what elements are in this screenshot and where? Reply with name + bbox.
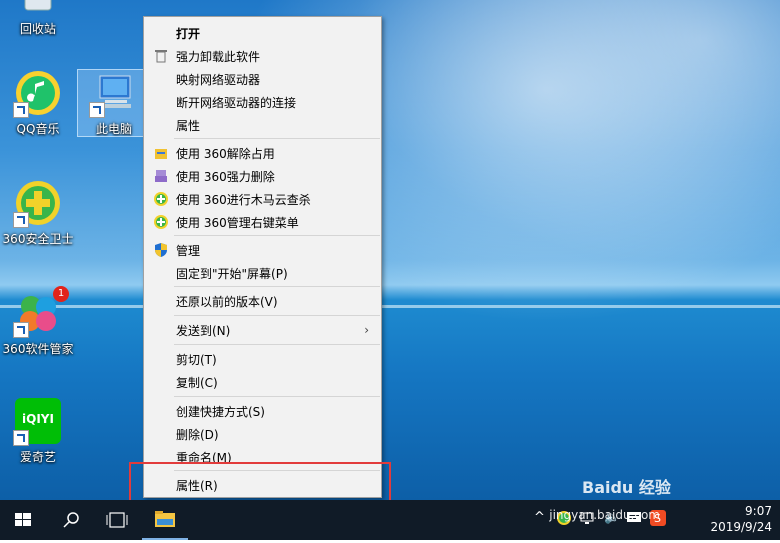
computer-icon xyxy=(89,70,137,118)
menu-separator xyxy=(174,286,380,287)
unlock-file-icon xyxy=(154,146,168,160)
shredder-icon xyxy=(154,169,168,183)
desktop-icon-label: 爱奇艺 xyxy=(19,450,56,464)
desktop-icon-360-safe[interactable]: 360安全卫士 xyxy=(2,180,74,247)
menu-item-send-to[interactable]: 发送到(N) › xyxy=(146,319,379,341)
menu-item-open[interactable]: 打开 xyxy=(146,22,379,44)
menu-item-pin-to-start[interactable]: 固定到"开始"屏幕(P) xyxy=(146,262,379,284)
menu-item-disconnect-network-drive[interactable]: 断开网络驱动器的连接 xyxy=(146,91,379,113)
menu-item-map-network-drive[interactable]: 映射网络驱动器 xyxy=(146,68,379,90)
menu-item-360-unlock[interactable]: 使用 360解除占用 xyxy=(146,142,379,164)
menu-item-label: 强力卸载此软件 xyxy=(176,50,261,64)
desktop-icon-recycle-bin[interactable]: 回收站 xyxy=(2,0,74,37)
horizon-line xyxy=(0,305,780,308)
menu-item-label: 打开 xyxy=(176,27,201,41)
chevron-right-icon: › xyxy=(364,323,369,337)
menu-item-label: 删除(D) xyxy=(176,428,219,442)
start-button[interactable] xyxy=(0,500,46,540)
menu-item-label: 固定到"开始"屏幕(P) xyxy=(176,267,288,281)
iqiyi-logo-text: iQIYI xyxy=(22,412,54,426)
menu-separator xyxy=(174,138,380,139)
desktop-icon-label: 360软件管家 xyxy=(2,342,74,356)
menu-item-label: 属性 xyxy=(176,119,201,133)
folder-icon xyxy=(142,511,188,543)
watermark-url: jingyan.baidu.com xyxy=(549,508,660,522)
baidu-jingyan-logo: Baidu 经验 xyxy=(582,478,671,497)
menu-item-360-manage-context-menu[interactable]: 使用 360管理右键菜单 xyxy=(146,211,379,233)
menu-item-manage[interactable]: 管理 xyxy=(146,239,379,261)
desktop-icon-label: 此电脑 xyxy=(95,122,132,136)
360-software-manager-icon: 1 xyxy=(13,286,69,338)
menu-item-360-trojan-scan[interactable]: 使用 360进行木马云查杀 xyxy=(146,188,379,210)
clock-date: 2019/9/24 xyxy=(710,520,772,534)
shortcut-arrow-icon xyxy=(13,430,29,446)
360-safe-icon xyxy=(13,180,61,228)
desktop-icon-label: 回收站 xyxy=(19,22,56,36)
file-explorer-button[interactable] xyxy=(142,500,188,540)
menu-separator xyxy=(174,315,380,316)
clock-time: 9:07 xyxy=(745,504,772,518)
menu-item-create-shortcut[interactable]: 创建快捷方式(S) xyxy=(146,400,379,422)
menu-item-label: 使用 360解除占用 xyxy=(176,147,275,161)
menu-item-label: 创建快捷方式(S) xyxy=(176,405,265,419)
desktop-icon-label: 360安全卫士 xyxy=(2,232,74,246)
menu-separator xyxy=(174,396,380,397)
menu-item-properties-top[interactable]: 属性 xyxy=(146,114,379,136)
search-icon xyxy=(48,512,94,543)
shortcut-arrow-icon xyxy=(13,212,29,228)
desktop-icon-this-pc[interactable]: 此电脑 xyxy=(77,69,151,137)
menu-item-label: 管理 xyxy=(176,244,201,258)
uac-shield-icon xyxy=(154,243,168,257)
shortcut-arrow-icon xyxy=(13,322,29,338)
menu-separator xyxy=(174,344,380,345)
menu-separator xyxy=(174,235,380,236)
recycle-bin-icon xyxy=(15,0,61,16)
360-shield-icon xyxy=(154,192,168,206)
context-menu: 打开 强力卸载此软件 映射网络驱动器 断开网络驱动器的连接 属性 使用 360解… xyxy=(143,16,382,498)
menu-item-cut[interactable]: 剪切(T) xyxy=(146,348,379,370)
menu-item-label: 使用 360管理右键菜单 xyxy=(176,216,299,230)
menu-item-delete[interactable]: 删除(D) xyxy=(146,423,379,445)
menu-item-label: 使用 360强力删除 xyxy=(176,170,275,184)
iqiyi-icon: iQIYI xyxy=(13,398,61,446)
menu-item-360-force-delete[interactable]: 使用 360强力删除 xyxy=(146,165,379,187)
desktop-icon-label: QQ音乐 xyxy=(16,122,60,136)
desktop-icon-qq-music[interactable]: QQ音乐 xyxy=(2,70,74,137)
menu-item-label: 剪切(T) xyxy=(176,353,217,367)
task-view-icon xyxy=(94,512,140,543)
menu-item-force-uninstall[interactable]: 强力卸载此软件 xyxy=(146,45,379,67)
360-shield-icon xyxy=(154,215,168,229)
notification-badge: 1 xyxy=(53,286,69,302)
clock[interactable]: 9:07 2019/9/24 xyxy=(710,503,772,535)
trash-icon xyxy=(154,49,168,63)
menu-item-label: 使用 360进行木马云查杀 xyxy=(176,193,311,207)
menu-item-restore-previous-versions[interactable]: 还原以前的版本(V) xyxy=(146,290,379,312)
qq-music-icon xyxy=(13,70,61,118)
menu-item-copy[interactable]: 复制(C) xyxy=(146,371,379,393)
shortcut-arrow-icon xyxy=(89,102,105,118)
desktop-icon-iqiyi[interactable]: iQIYI 爱奇艺 xyxy=(2,398,74,465)
windows-icon xyxy=(0,513,46,543)
menu-item-label: 断开网络驱动器的连接 xyxy=(176,96,297,110)
menu-item-label: 还原以前的版本(V) xyxy=(176,295,278,309)
menu-item-label: 复制(C) xyxy=(176,376,218,390)
desktop-icon-360-software-manager[interactable]: 1 360软件管家 xyxy=(2,286,74,357)
search-button[interactable] xyxy=(48,500,94,540)
shortcut-arrow-icon xyxy=(13,102,29,118)
chevron-up-icon[interactable]: ^ xyxy=(534,510,545,525)
menu-item-label: 发送到(N) xyxy=(176,324,231,338)
taskbar: ^ 🔈 S 9:07 2019/9/24 xyxy=(0,500,780,540)
menu-item-label: 映射网络驱动器 xyxy=(176,73,261,87)
task-view-button[interactable] xyxy=(94,500,140,540)
